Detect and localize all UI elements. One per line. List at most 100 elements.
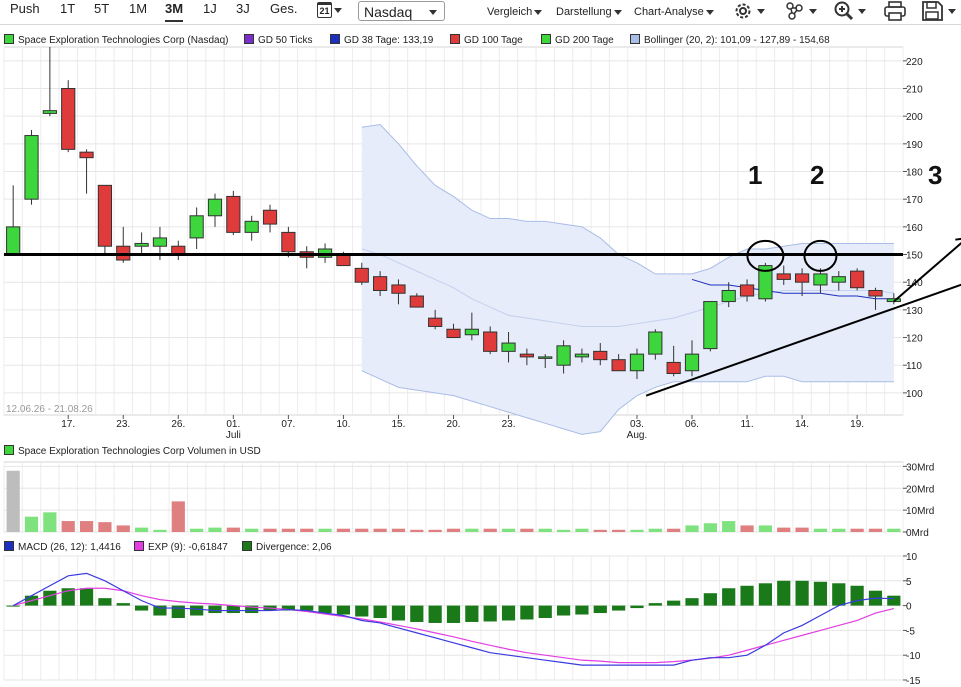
candle-body xyxy=(428,317,443,327)
legend-item-gd100[interactable]: GD 100 Tage xyxy=(450,34,523,48)
y-tick-label: 20Mrd xyxy=(906,484,934,495)
divergence-bar xyxy=(501,605,516,621)
legend-item-gd50[interactable]: GD 50 Ticks xyxy=(244,34,312,48)
x-tick-label: 17. xyxy=(61,419,75,430)
volume-bar xyxy=(98,522,112,532)
volume-bar xyxy=(813,528,828,532)
volume-bar xyxy=(43,512,57,532)
candle-body xyxy=(721,289,736,303)
divergence-bar xyxy=(777,580,791,606)
candle-body xyxy=(501,342,516,352)
legend-item-volume[interactable]: Space Exploration Technologies Corp Volu… xyxy=(4,445,261,459)
legend-item-gd38[interactable]: GD 38 Tage: 133,19 xyxy=(330,34,433,48)
x-tick-label: 14. xyxy=(795,419,809,430)
volume-bar xyxy=(667,528,681,532)
x-tick-label: 23. xyxy=(502,419,516,430)
candle-body xyxy=(24,135,39,200)
divergence-bar xyxy=(538,605,552,618)
chart-canvas: 1001101201301401501601701801902002102201… xyxy=(3,46,961,687)
legend-item-price[interactable]: Space Exploration Technologies Corp (Nas… xyxy=(4,34,229,48)
volume-bar xyxy=(208,527,222,532)
volume-bar xyxy=(575,528,589,532)
volume-bar xyxy=(722,521,736,532)
divergence-bar xyxy=(593,605,607,614)
candle-body xyxy=(464,328,479,336)
volume-bar xyxy=(410,529,424,532)
candle-body xyxy=(739,284,755,297)
legend-item-bollinger[interactable]: Bollinger (20, 2): 101,09 - 127,89 - 154… xyxy=(630,34,830,48)
volume-bar xyxy=(740,525,754,532)
candle-body xyxy=(97,184,113,247)
y-tick-label: 10 xyxy=(906,552,918,563)
annotation-2: 2 xyxy=(810,160,824,190)
divergence-bar xyxy=(428,605,442,623)
divergence-bar xyxy=(153,605,167,616)
divergence-bar xyxy=(391,605,406,621)
volume-bar xyxy=(483,528,497,532)
x-tick-label: 06. xyxy=(685,419,699,430)
candle-body xyxy=(61,88,76,150)
candle-body xyxy=(794,273,810,283)
y-tick-label: 0Mrd xyxy=(906,528,929,539)
y-tick-label: 210 xyxy=(906,85,923,96)
y-tick-label: -5 xyxy=(906,626,915,637)
candle-body xyxy=(538,356,553,359)
volume-bar xyxy=(630,529,644,532)
legend-item-divergence[interactable]: Divergence: 2,06 xyxy=(242,541,332,555)
annotation-3: 3 xyxy=(928,160,942,190)
volume-bar xyxy=(501,528,516,532)
divergence-bar xyxy=(373,605,387,618)
x-tick-label: 19. xyxy=(850,419,864,430)
divergence-bar xyxy=(887,595,901,606)
candle-body xyxy=(189,215,204,239)
divergence-bar xyxy=(850,585,864,606)
volume-bar xyxy=(868,528,883,532)
legend-item-gd200[interactable]: GD 200 Tage xyxy=(541,34,614,48)
macd-grid: -15 -10 -5 0 5 10 xyxy=(3,552,921,687)
volume-bar xyxy=(134,527,149,532)
candle-body xyxy=(483,331,498,352)
candle-body xyxy=(666,361,681,374)
divergence-bar xyxy=(703,593,717,606)
divergence-bar xyxy=(648,603,662,606)
candle-body xyxy=(6,226,21,256)
candle-body xyxy=(776,273,791,280)
volume-grid: 0Mrd 10Mrd 20Mrd 30Mrd xyxy=(3,461,934,539)
volume-bar xyxy=(593,529,607,532)
y-tick-label: 0 xyxy=(906,602,912,613)
breakout-arrow-line xyxy=(893,241,961,303)
volume-bar xyxy=(887,528,901,532)
candle-body xyxy=(648,331,663,355)
candle-body xyxy=(42,110,57,114)
candle-body xyxy=(244,220,259,233)
candle-body xyxy=(868,289,883,297)
divergence-bar xyxy=(171,605,185,618)
volume-bar xyxy=(245,528,259,532)
volume-bar xyxy=(6,470,20,532)
y-tick-label: 30Mrd xyxy=(906,462,934,473)
y-tick-label: 100 xyxy=(906,389,923,400)
volume-bar xyxy=(226,527,240,532)
volume-bar xyxy=(190,528,204,532)
y-tick-label: 5 xyxy=(906,577,912,588)
candle-body xyxy=(593,350,608,361)
volume-bar xyxy=(703,523,717,532)
y-tick-label: 130 xyxy=(906,306,923,317)
divergence-bar xyxy=(612,605,626,611)
divergence-bar xyxy=(758,583,773,606)
y-tick-label: 190 xyxy=(906,140,923,151)
x-tick-label: 07. xyxy=(281,419,295,430)
volume-bar xyxy=(391,528,406,532)
x-tick-label: 20. xyxy=(447,419,461,430)
x-tick-sublabel: Aug. xyxy=(627,430,648,441)
volume-bar xyxy=(465,528,479,532)
divergence-bar xyxy=(667,600,681,606)
divergence-bar xyxy=(410,605,424,622)
legend-item-macd[interactable]: MACD (26, 12): 1,4416 xyxy=(4,541,121,555)
divergence-bar xyxy=(465,605,479,622)
legend-item-exp[interactable]: EXP (9): -0,61847 xyxy=(134,541,228,555)
volume-bar xyxy=(281,528,295,532)
volume-bar xyxy=(758,525,773,532)
volume-bar xyxy=(520,528,534,532)
candle-body xyxy=(354,267,369,283)
